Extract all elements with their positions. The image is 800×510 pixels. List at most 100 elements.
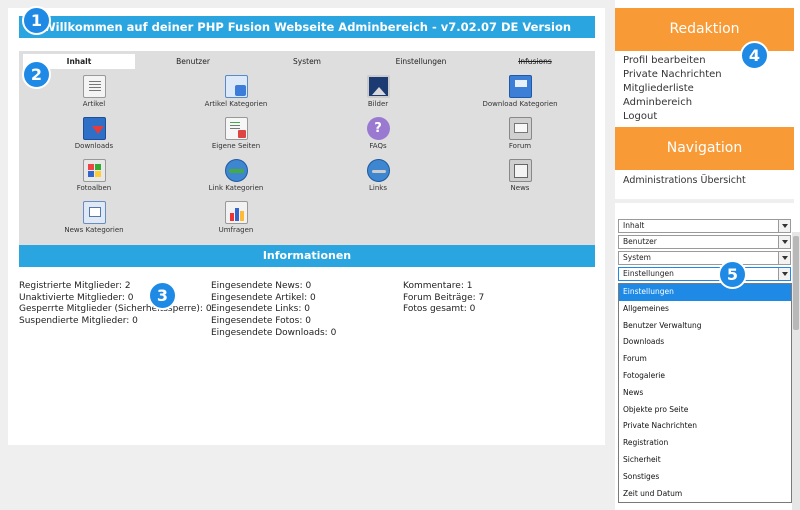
images-icon — [366, 75, 390, 98]
links-icon — [366, 159, 390, 182]
select-einstellungen[interactable]: Einstellungen — [618, 267, 791, 281]
photo-albums-icon — [82, 159, 106, 182]
news-icon — [508, 159, 532, 182]
stat-line: Suspendierte Mitglieder: 0 — [19, 316, 138, 327]
link-adminbereich[interactable]: Adminbereich — [623, 96, 692, 110]
dropdown-option[interactable]: Registration — [619, 435, 791, 452]
select-benutzer[interactable]: Benutzer — [618, 235, 791, 249]
admin-item-artikel[interactable]: Artikel — [44, 75, 144, 109]
badge-5: 5 — [718, 260, 747, 289]
custom-pages-icon — [224, 117, 248, 140]
select-value: System — [623, 253, 651, 262]
tab-system[interactable]: System — [251, 54, 363, 69]
admin-item-umfragen[interactable]: Umfragen — [186, 201, 286, 235]
select-inhalt[interactable]: Inhalt — [618, 219, 791, 233]
admin-item-label: Forum — [508, 142, 532, 150]
admin-item-label: Link Kategorien — [208, 184, 264, 192]
admin-item-label: Artikel Kategorien — [204, 100, 268, 108]
admin-item-news-kategorien[interactable]: News Kategorien — [44, 201, 144, 235]
admin-tabs-area: Inhalt Benutzer System Einstellungen Inf… — [19, 51, 595, 245]
admin-item-faqs[interactable]: ? FAQs — [328, 117, 428, 151]
admin-item-artikel-kategorien[interactable]: Artikel Kategorien — [186, 75, 286, 109]
tab-einstellungen[interactable]: Einstellungen — [365, 54, 477, 69]
downloads-icon — [82, 117, 106, 140]
dropdown-option[interactable]: Zeit und Datum — [619, 486, 791, 503]
stat-line: Forum Beiträge: 7 — [403, 292, 485, 303]
admin-item-label: FAQs — [369, 142, 387, 150]
admin-item-bilder[interactable]: Bilder — [328, 75, 428, 109]
tab-infusions[interactable]: Infusions — [479, 54, 591, 69]
admin-item-label: Bilder — [367, 100, 389, 108]
badge-4: 4 — [740, 41, 769, 70]
chevron-down-icon[interactable] — [778, 220, 790, 232]
admin-item-forum[interactable]: Forum — [470, 117, 570, 151]
dropdown-option[interactable]: Downloads — [619, 334, 791, 351]
dropdown-option[interactable]: Benutzer Verwaltung — [619, 318, 791, 335]
dropdown-option[interactable]: Sonstiges — [619, 469, 791, 486]
admin-item-link-kategorien[interactable]: Link Kategorien — [186, 159, 286, 193]
link-logout[interactable]: Logout — [623, 110, 657, 124]
stat-line: Eingesendete News: 0 — [211, 281, 312, 291]
dropdown-option[interactable]: News — [619, 385, 791, 402]
tab-benutzer[interactable]: Benutzer — [137, 54, 249, 69]
link-mitgliederliste[interactable]: Mitgliederliste — [623, 82, 694, 96]
select-value: Einstellungen — [623, 269, 674, 278]
select-value: Benutzer — [623, 237, 657, 246]
article-icon — [82, 75, 106, 98]
badge-2: 2 — [22, 60, 51, 89]
admin-item-label: Umfragen — [218, 226, 254, 234]
stat-line: Eingesendete Artikel: 0 — [211, 292, 316, 303]
admin-item-news[interactable]: News — [470, 159, 570, 193]
link-categories-icon — [224, 159, 248, 182]
dropdown-option[interactable]: Einstellungen — [619, 284, 791, 301]
chevron-down-icon[interactable] — [778, 268, 790, 280]
admin-item-label: Downloads — [74, 142, 114, 150]
dropdown-option[interactable]: Private Nachrichten — [619, 418, 791, 435]
admin-item-downloads[interactable]: Downloads — [44, 117, 144, 151]
scrollbar-thumb[interactable] — [793, 236, 799, 330]
stats-submissions: Eingesendete News: 0 Eingesendete Artike… — [211, 281, 336, 340]
admin-item-label: Links — [369, 184, 387, 192]
admin-item-download-kategorien[interactable]: Download Kategorien — [470, 75, 570, 109]
dropdown-option[interactable]: Sicherheit — [619, 452, 791, 469]
stat-line: Eingesendete Fotos: 0 — [211, 316, 311, 327]
stat-line: Registrierte Mitglieder: 2 — [19, 281, 131, 291]
admin-item-label: Download Kategorien — [482, 100, 558, 108]
einstellungen-dropdown: Einstellungen Allgemeines Benutzer Verwa… — [618, 283, 792, 503]
link-private-nachrichten[interactable]: Private Nachrichten — [623, 68, 722, 82]
download-categories-icon — [508, 75, 532, 98]
admin-item-links[interactable]: Links — [328, 159, 428, 193]
dropdown-option[interactable]: Forum — [619, 351, 791, 368]
dropdown-option[interactable]: Objekte pro Seite — [619, 402, 791, 419]
article-categories-icon — [224, 75, 248, 98]
link-profil-bearbeiten[interactable]: Profil bearbeiten — [623, 54, 706, 68]
admin-item-fotoalben[interactable]: Fotoalben — [44, 159, 144, 193]
stat-line: Fotos gesamt: 0 — [403, 304, 476, 315]
select-value: Inhalt — [623, 221, 645, 230]
page-title: Willkommen auf deiner PHP Fusion Webseit… — [19, 16, 595, 38]
link-administrations-uebersicht[interactable]: Administrations Übersicht — [623, 174, 746, 188]
stat-line: Eingesendete Downloads: 0 — [211, 327, 337, 338]
admin-item-label: News — [510, 184, 530, 192]
dropdown-option[interactable]: Fotogalerie — [619, 368, 791, 385]
admin-item-eigene-seiten[interactable]: Eigene Seiten — [186, 117, 286, 151]
badge-1: 1 — [22, 6, 51, 35]
select-system[interactable]: System — [618, 251, 791, 265]
dropdown-option[interactable]: Allgemeines — [619, 301, 791, 318]
polls-icon — [224, 201, 248, 224]
navigation-title: Navigation — [615, 127, 794, 170]
chevron-down-icon[interactable] — [778, 252, 790, 264]
sidebar-divider — [615, 199, 794, 203]
badge-3: 3 — [148, 281, 177, 310]
admin-item-label: Fotoalben — [76, 184, 112, 192]
admin-item-label: News Kategorien — [64, 226, 124, 234]
stat-line: Gesperrte Mitglieder (Sicherheitssperre)… — [19, 304, 212, 315]
stats-members: Registrierte Mitglieder: 2 Unaktivierte … — [19, 281, 212, 328]
info-title: Informationen — [19, 245, 595, 267]
faq-icon: ? — [366, 117, 390, 140]
chevron-down-icon[interactable] — [778, 236, 790, 248]
stat-line: Eingesendete Links: 0 — [211, 304, 310, 315]
redaktion-title: Redaktion — [615, 8, 794, 51]
stat-line: Unaktivierte Mitglieder: 0 — [19, 292, 134, 303]
news-categories-icon — [82, 201, 106, 224]
